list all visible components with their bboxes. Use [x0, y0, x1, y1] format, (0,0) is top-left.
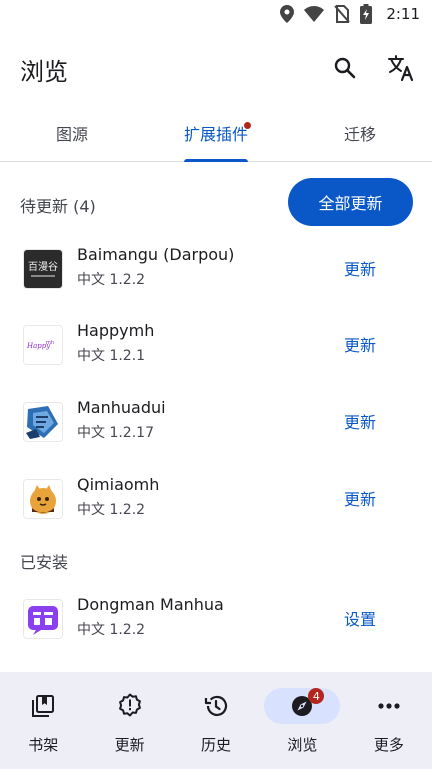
extension-version: 中文 1.2.17: [77, 425, 154, 441]
nav-browse[interactable]: 4 浏览: [259, 672, 345, 769]
search-icon: [334, 57, 356, 79]
settings-button[interactable]: 设置: [344, 606, 376, 630]
extension-version: 中文 1.2.2: [77, 502, 146, 518]
extension-version: 中文 1.2.1: [77, 348, 146, 364]
bottom-navigation: 书架 更新 历史 4 浏览 更多: [0, 672, 432, 769]
manhuadui-icon: [24, 403, 62, 441]
status-icons: 2:11: [280, 4, 420, 24]
tab-label: 迁移: [343, 124, 376, 144]
nav-label: 更多: [373, 736, 404, 754]
extension-row[interactable]: 百漫谷 Baimangu (Darpou) 中文 1.2.2 更新: [0, 236, 432, 306]
update-button[interactable]: 更新: [344, 409, 376, 433]
baimangu-icon: 百漫谷: [24, 250, 62, 288]
nav-pill: [5, 688, 81, 724]
nav-label: 更新: [114, 736, 145, 754]
wifi-icon: [304, 6, 325, 22]
extension-name: Baimangu (Darpou): [77, 245, 235, 264]
update-button[interactable]: 更新: [344, 486, 376, 510]
location-icon: [280, 5, 295, 23]
battery-charging-icon: [360, 4, 373, 24]
nav-library[interactable]: 书架: [0, 672, 86, 769]
nav-history[interactable]: 历史: [173, 672, 259, 769]
extension-name: Happymh: [77, 321, 155, 340]
nav-label: 浏览: [287, 736, 318, 754]
nav-pill: [351, 688, 427, 724]
extension-row[interactable]: Manhuadui 中文 1.2.17 更新: [0, 389, 432, 459]
extension-row[interactable]: Qimiaomh 中文 1.2.2 更新: [0, 466, 432, 536]
extension-name: Dongman Manhua: [77, 595, 224, 614]
tab-migrate[interactable]: 迁移: [288, 104, 432, 161]
notification-dot: [244, 122, 251, 129]
app-bar: 浏览: [0, 32, 432, 104]
tab-extensions[interactable]: 扩展插件: [144, 104, 288, 162]
page-title: 浏览: [20, 58, 68, 86]
more-icon: [378, 703, 400, 709]
update-button[interactable]: 更新: [344, 256, 376, 280]
extension-name: Qimiaomh: [77, 475, 160, 494]
qimiaomh-icon: [24, 480, 62, 518]
extension-version: 中文 1.2.2: [77, 272, 146, 288]
extension-name: Manhuadui: [77, 398, 166, 417]
nav-label: 书架: [28, 736, 59, 754]
installed-title: 已安装: [20, 553, 69, 572]
nav-more[interactable]: 更多: [346, 672, 432, 769]
nav-pill: [92, 688, 168, 724]
tab-label: 图源: [55, 124, 88, 144]
translate-button[interactable]: [384, 50, 420, 86]
tab-label: 扩展插件: [183, 124, 248, 144]
history-icon: [204, 695, 228, 716]
tab-sources[interactable]: 图源: [0, 104, 144, 161]
tab-bar: 图源 扩展插件 迁移: [0, 104, 432, 162]
nav-label: 历史: [201, 736, 232, 754]
extension-version: 中文 1.2.2: [77, 622, 146, 638]
library-icon: [32, 695, 55, 717]
nav-pill: [264, 688, 341, 724]
nav-updates[interactable]: 更新: [86, 672, 172, 769]
svg-text:mh: mh: [46, 340, 54, 346]
extension-row[interactable]: Dongman Manhua 中文 1.2.2 设置: [0, 586, 432, 656]
tab-indicator: [184, 159, 248, 162]
happymh-icon: Happy mh: [24, 326, 62, 364]
svg-text:百漫谷: 百漫谷: [28, 261, 58, 273]
updates-alert-icon: [118, 693, 141, 717]
update-all-button[interactable]: 全部更新: [288, 178, 413, 226]
status-bar: 2:11: [0, 0, 432, 32]
extension-row[interactable]: Happy mh Happymh 中文 1.2.1 更新: [0, 312, 432, 382]
dongman-icon: [24, 600, 62, 638]
translate-icon: [388, 55, 414, 82]
update-button[interactable]: 更新: [344, 332, 376, 356]
pending-updates-title: 待更新 (4): [20, 197, 96, 216]
search-button[interactable]: [327, 50, 363, 86]
status-time: 2:11: [386, 5, 420, 23]
no-sim-icon: [334, 5, 351, 23]
nav-pill: [178, 688, 254, 724]
